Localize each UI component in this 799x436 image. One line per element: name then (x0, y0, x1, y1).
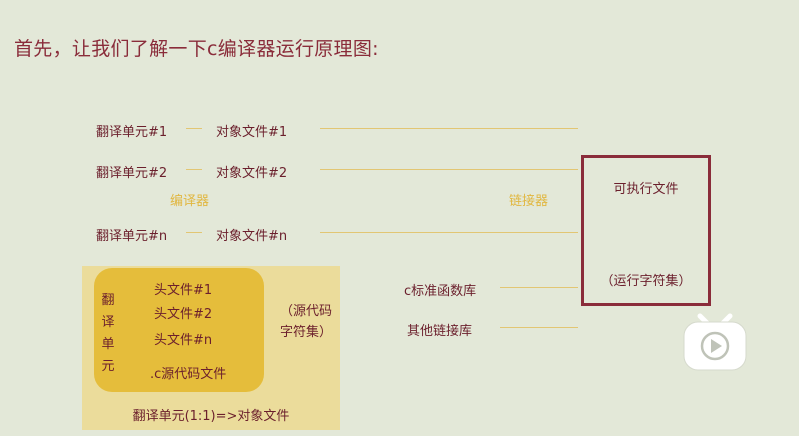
executable-charset: （运行字符集） (600, 274, 692, 289)
translation-unit-n: 翻译单元#n (96, 229, 168, 244)
linker-label: 链接器 (509, 194, 549, 209)
mapping-caption: 翻译单元(1:1)=>对象文件 (132, 409, 290, 424)
translation-unit-1: 翻译单元#1 (96, 125, 168, 140)
lib-line-std (500, 287, 578, 288)
link-line-1 (320, 128, 578, 129)
executable-label: 可执行文件 (613, 182, 679, 197)
object-file-1: 对象文件#1 (216, 125, 288, 140)
link-line-2 (320, 169, 578, 170)
object-file-n: 对象文件#n (216, 229, 288, 244)
c-source-file: .c源代码文件 (150, 367, 227, 382)
translation-unit-vertical-label: 翻译单元 (101, 293, 115, 374)
translation-unit-2: 翻译单元#2 (96, 166, 168, 181)
arrow-line-1 (186, 128, 202, 129)
object-file-2: 对象文件#2 (216, 166, 288, 181)
c-standard-library: c标准函数库 (404, 284, 477, 299)
header-file-1: 头文件#1 (154, 283, 213, 298)
header-file-n: 头文件#n (154, 333, 213, 348)
other-libraries: 其他链接库 (407, 324, 473, 339)
compiler-label: 编译器 (170, 194, 210, 209)
arrow-line-n (186, 232, 202, 233)
play-video-icon[interactable] (680, 312, 750, 374)
arrow-line-2 (186, 169, 202, 170)
link-line-n (320, 232, 578, 233)
lib-line-other (500, 327, 578, 328)
page-title: 首先，让我们了解一下c编译器运行原理图: (14, 38, 379, 60)
header-file-2: 头文件#2 (154, 307, 213, 322)
source-charset-note: （源代码字符集） (279, 304, 332, 340)
